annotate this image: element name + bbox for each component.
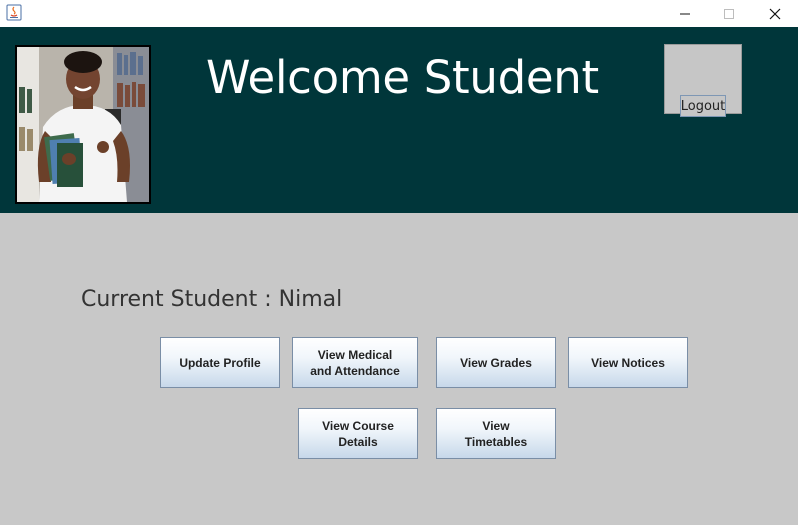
java-icon bbox=[6, 4, 22, 21]
close-button[interactable] bbox=[752, 0, 798, 27]
view-notices-button[interactable]: View Notices bbox=[568, 337, 688, 388]
header-banner: Welcome Student Logout bbox=[0, 27, 798, 213]
page-title: Welcome Student bbox=[206, 51, 599, 104]
logout-button[interactable]: Logout bbox=[680, 95, 726, 117]
minimize-button[interactable] bbox=[662, 0, 708, 27]
minimize-icon bbox=[680, 13, 690, 14]
maximize-icon bbox=[724, 8, 734, 19]
view-course-details-button[interactable]: View Course Details bbox=[298, 408, 418, 459]
window-title-bar bbox=[0, 0, 798, 27]
close-icon bbox=[769, 8, 781, 19]
maximize-button[interactable] bbox=[706, 0, 752, 27]
student-photo bbox=[15, 45, 151, 204]
update-profile-button[interactable]: Update Profile bbox=[160, 337, 280, 388]
view-grades-button[interactable]: View Grades bbox=[436, 337, 556, 388]
current-student-label: Current Student : Nimal bbox=[81, 287, 343, 312]
view-timetables-button[interactable]: View Timetables bbox=[436, 408, 556, 459]
view-medical-attendance-button[interactable]: View Medical and Attendance bbox=[292, 337, 418, 388]
